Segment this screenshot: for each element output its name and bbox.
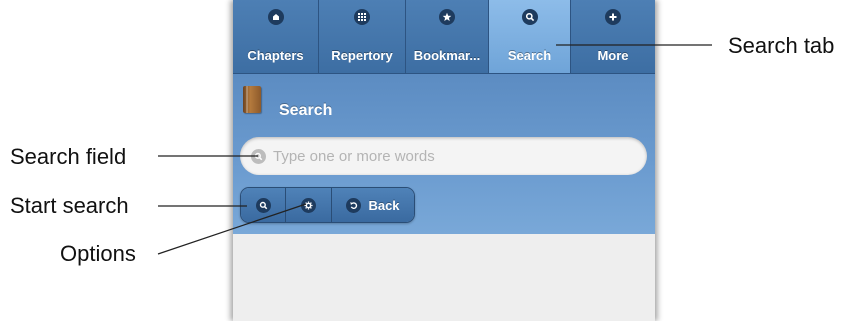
tab-bookmarks[interactable]: Bookmar... bbox=[406, 0, 489, 73]
annotation-start-search: Start search bbox=[10, 193, 129, 218]
annotation-search-tab: Search tab bbox=[728, 33, 835, 58]
book-icon bbox=[243, 86, 261, 113]
search-icon bbox=[255, 197, 271, 213]
tab-label: Repertory bbox=[331, 48, 393, 63]
back-arrow-icon bbox=[346, 197, 362, 213]
tab-label: Bookmar... bbox=[413, 48, 481, 63]
tab-repertory[interactable]: Repertory bbox=[319, 0, 406, 73]
search-icon bbox=[521, 9, 538, 25]
start-search-button[interactable] bbox=[241, 188, 286, 222]
tab-more[interactable]: More bbox=[571, 0, 655, 73]
chapters-icon bbox=[267, 9, 284, 25]
back-button-label: Back bbox=[368, 197, 400, 213]
results-area bbox=[233, 234, 655, 321]
search-button-group: Back bbox=[240, 187, 415, 223]
page-title: Search bbox=[279, 102, 333, 119]
grid-icon bbox=[354, 9, 370, 25]
search-icon bbox=[251, 149, 266, 164]
app-screen: Chapters Repertory Bookmar... Search Mor… bbox=[233, 0, 655, 321]
tab-search[interactable]: Search bbox=[489, 0, 571, 73]
tab-label: More bbox=[597, 48, 629, 63]
gear-icon bbox=[301, 197, 316, 213]
annotation-search-field: Search field bbox=[10, 144, 127, 169]
plus-icon bbox=[605, 9, 621, 25]
page-header: Search Type one or more words Back bbox=[233, 74, 655, 234]
star-icon bbox=[439, 9, 455, 25]
tab-chapters[interactable]: Chapters bbox=[233, 0, 319, 73]
tab-label: Search bbox=[507, 48, 552, 63]
tab-bar: Chapters Repertory Bookmar... Search Mor… bbox=[233, 0, 655, 74]
back-button[interactable]: Back bbox=[332, 188, 414, 222]
tab-label: Chapters bbox=[247, 48, 304, 63]
options-button[interactable] bbox=[286, 188, 332, 222]
annotation-options: Options bbox=[60, 241, 136, 266]
search-input[interactable] bbox=[273, 144, 633, 168]
search-field[interactable] bbox=[240, 137, 647, 175]
